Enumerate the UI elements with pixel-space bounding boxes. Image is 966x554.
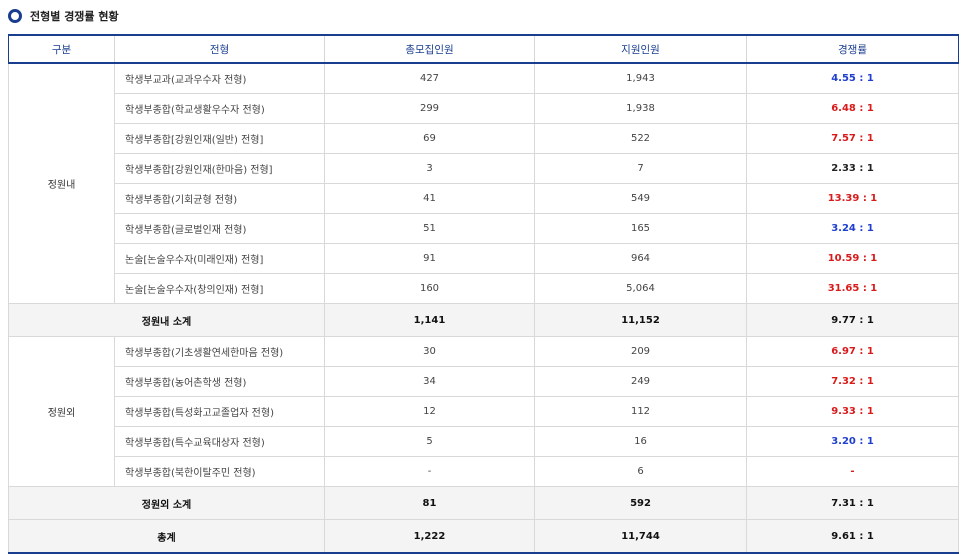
subtotal-rate: 9.77 : 1 <box>746 303 959 337</box>
circle-bullet-icon <box>8 9 22 23</box>
table-row: 학생부종합(글로벌인재 전형) 51 165 3.24 : 1 <box>9 213 959 244</box>
quota-cell: 12 <box>324 396 535 427</box>
admission-type-cell: 학생부종합(기회균형 전형) <box>114 183 325 214</box>
group-label: 정원외 <box>8 336 115 487</box>
header-applicants: 지원인원 <box>534 34 747 64</box>
applicants-cell: 964 <box>534 243 747 274</box>
quota-cell: - <box>324 456 535 487</box>
rate-cell: 13.39 : 1 <box>746 183 959 214</box>
table-header-row: 구분 전형 총모집인원 지원인원 경쟁률 <box>8 34 959 64</box>
applicants-cell: 5,064 <box>534 273 747 304</box>
table-row: 학생부종합(특수교육대상자 전형) 5 16 3.20 : 1 <box>9 426 959 457</box>
applicants-cell: 249 <box>534 366 747 397</box>
rate-cell: 9.33 : 1 <box>746 396 959 427</box>
quota-cell: 160 <box>324 273 535 304</box>
rate-cell: 6.48 : 1 <box>746 93 959 124</box>
admission-type-cell: 학생부종합[강원인재(한마음) 전형] <box>114 153 325 184</box>
table-row: 학생부종합[강원인재(한마음) 전형] 3 7 2.33 : 1 <box>9 153 959 184</box>
applicants-cell: 6 <box>534 456 747 487</box>
rate-cell: 2.33 : 1 <box>746 153 959 184</box>
admission-type-cell: 학생부종합(학교생활우수자 전형) <box>114 93 325 124</box>
quota-cell: 51 <box>324 213 535 244</box>
table-row: 학생부종합(특성화고교졸업자 전형) 12 112 9.33 : 1 <box>9 396 959 427</box>
applicants-cell: 1,943 <box>534 62 747 94</box>
admission-type-cell: 학생부종합(농어촌학생 전형) <box>114 366 325 397</box>
rate-cell: 7.57 : 1 <box>746 123 959 154</box>
applicants-cell: 1,938 <box>534 93 747 124</box>
header-quota: 총모집인원 <box>324 34 535 64</box>
applicants-cell: 549 <box>534 183 747 214</box>
group-label: 정원내 <box>8 62 115 304</box>
subtotal-rate: 7.31 : 1 <box>746 486 959 520</box>
quota-cell: 30 <box>324 336 535 367</box>
admission-type-cell: 학생부종합(특수교육대상자 전형) <box>114 426 325 457</box>
subtotal-row: 정원외 소계 81 592 7.31 : 1 <box>8 486 959 520</box>
applicants-cell: 209 <box>534 336 747 367</box>
quota-cell: 41 <box>324 183 535 214</box>
quota-cell: 69 <box>324 123 535 154</box>
quota-cell: 5 <box>324 426 535 457</box>
quota-cell: 427 <box>324 62 535 94</box>
table-row: 학생부종합(농어촌학생 전형) 34 249 7.32 : 1 <box>9 366 959 397</box>
header-rate: 경쟁률 <box>746 34 959 64</box>
subtotal-quota: 1,141 <box>324 303 535 337</box>
table-row: 학생부종합(학교생활우수자 전형) 299 1,938 6.48 : 1 <box>9 93 959 124</box>
applicants-cell: 112 <box>534 396 747 427</box>
applicants-cell: 7 <box>534 153 747 184</box>
rate-cell: 3.20 : 1 <box>746 426 959 457</box>
table-row: 학생부종합(북한이탈주민 전형) -6- <box>9 456 959 487</box>
quota-cell: 34 <box>324 366 535 397</box>
rate-cell: - <box>746 456 959 487</box>
applicants-cell: 165 <box>534 213 747 244</box>
subtotal-label: 정원내 소계 <box>8 303 325 337</box>
quota-cell: 299 <box>324 93 535 124</box>
admission-type-cell: 학생부종합[강원인재(일반) 전형] <box>114 123 325 154</box>
rate-cell: 7.32 : 1 <box>746 366 959 397</box>
applicants-cell: 522 <box>534 123 747 154</box>
table-row: 논술[논술우수자(미래인재) 전형] 91 964 10.59 : 1 <box>9 243 959 274</box>
subtotal-applicants: 11,152 <box>534 303 747 337</box>
admission-type-cell: 학생부종합(기초생활연세한마음 전형) <box>114 336 325 367</box>
quota-cell: 3 <box>324 153 535 184</box>
table-body: 정원내 학생부교과(교과우수자 전형) 427 1,943 4.55 : 1 학생부종합(… <box>8 62 959 554</box>
admission-type-cell: 학생부종합(글로벌인재 전형) <box>114 213 325 244</box>
table-row: 학생부종합[강원인재(일반) 전형] 69 522 7.57 : 1 <box>9 123 959 154</box>
rate-cell: 31.65 : 1 <box>746 273 959 304</box>
rate-cell: 10.59 : 1 <box>746 243 959 274</box>
rate-cell: 6.97 : 1 <box>746 336 959 367</box>
table-row: 정원내 학생부교과(교과우수자 전형) 427 1,943 4.55 : 1 <box>8 62 959 304</box>
admission-type-cell: 학생부교과(교과우수자 전형) <box>114 62 325 94</box>
competition-rate-table: 구분 전형 총모집인원 지원인원 경쟁률 정원내 학생부교과(교과우수자 전형) 4… <box>8 34 959 554</box>
section-title-text: 전형별 경쟁률 현황 <box>30 10 119 23</box>
quota-cell: 91 <box>324 243 535 274</box>
admission-type-cell: 학생부종합(북한이탈주민 전형) <box>114 456 325 487</box>
subtotal-applicants: 592 <box>534 486 747 520</box>
table-row: 논술[논술우수자(창의인재) 전형] 160 5,064 31.65 : 1 <box>9 273 959 304</box>
admission-type-cell: 학생부종합(특성화고교졸업자 전형) <box>114 396 325 427</box>
subtotal-label: 정원외 소계 <box>8 486 325 520</box>
header-admission-type: 전형 <box>114 34 325 64</box>
admission-type-cell: 논술[논술우수자(미래인재) 전형] <box>114 243 325 274</box>
subtotal-row: 정원내 소계 1,141 11,152 9.77 : 1 <box>8 303 959 337</box>
rate-cell: 3.24 : 1 <box>746 213 959 244</box>
subtotal-quota: 81 <box>324 486 535 520</box>
table-row: 정원외 학생부종합(기초생활연세한마음 전형) 30 209 6.97 : 1 <box>8 336 959 487</box>
header-category: 구분 <box>8 34 115 64</box>
table-row: 학생부종합(기회균형 전형) 41 549 13.39 : 1 <box>9 183 959 214</box>
rate-cell: 4.55 : 1 <box>746 62 959 94</box>
section-title: 전형별 경쟁률 현황 <box>8 8 119 24</box>
admission-type-cell: 논술[논술우수자(창의인재) 전형] <box>114 273 325 304</box>
applicants-cell: 16 <box>534 426 747 457</box>
